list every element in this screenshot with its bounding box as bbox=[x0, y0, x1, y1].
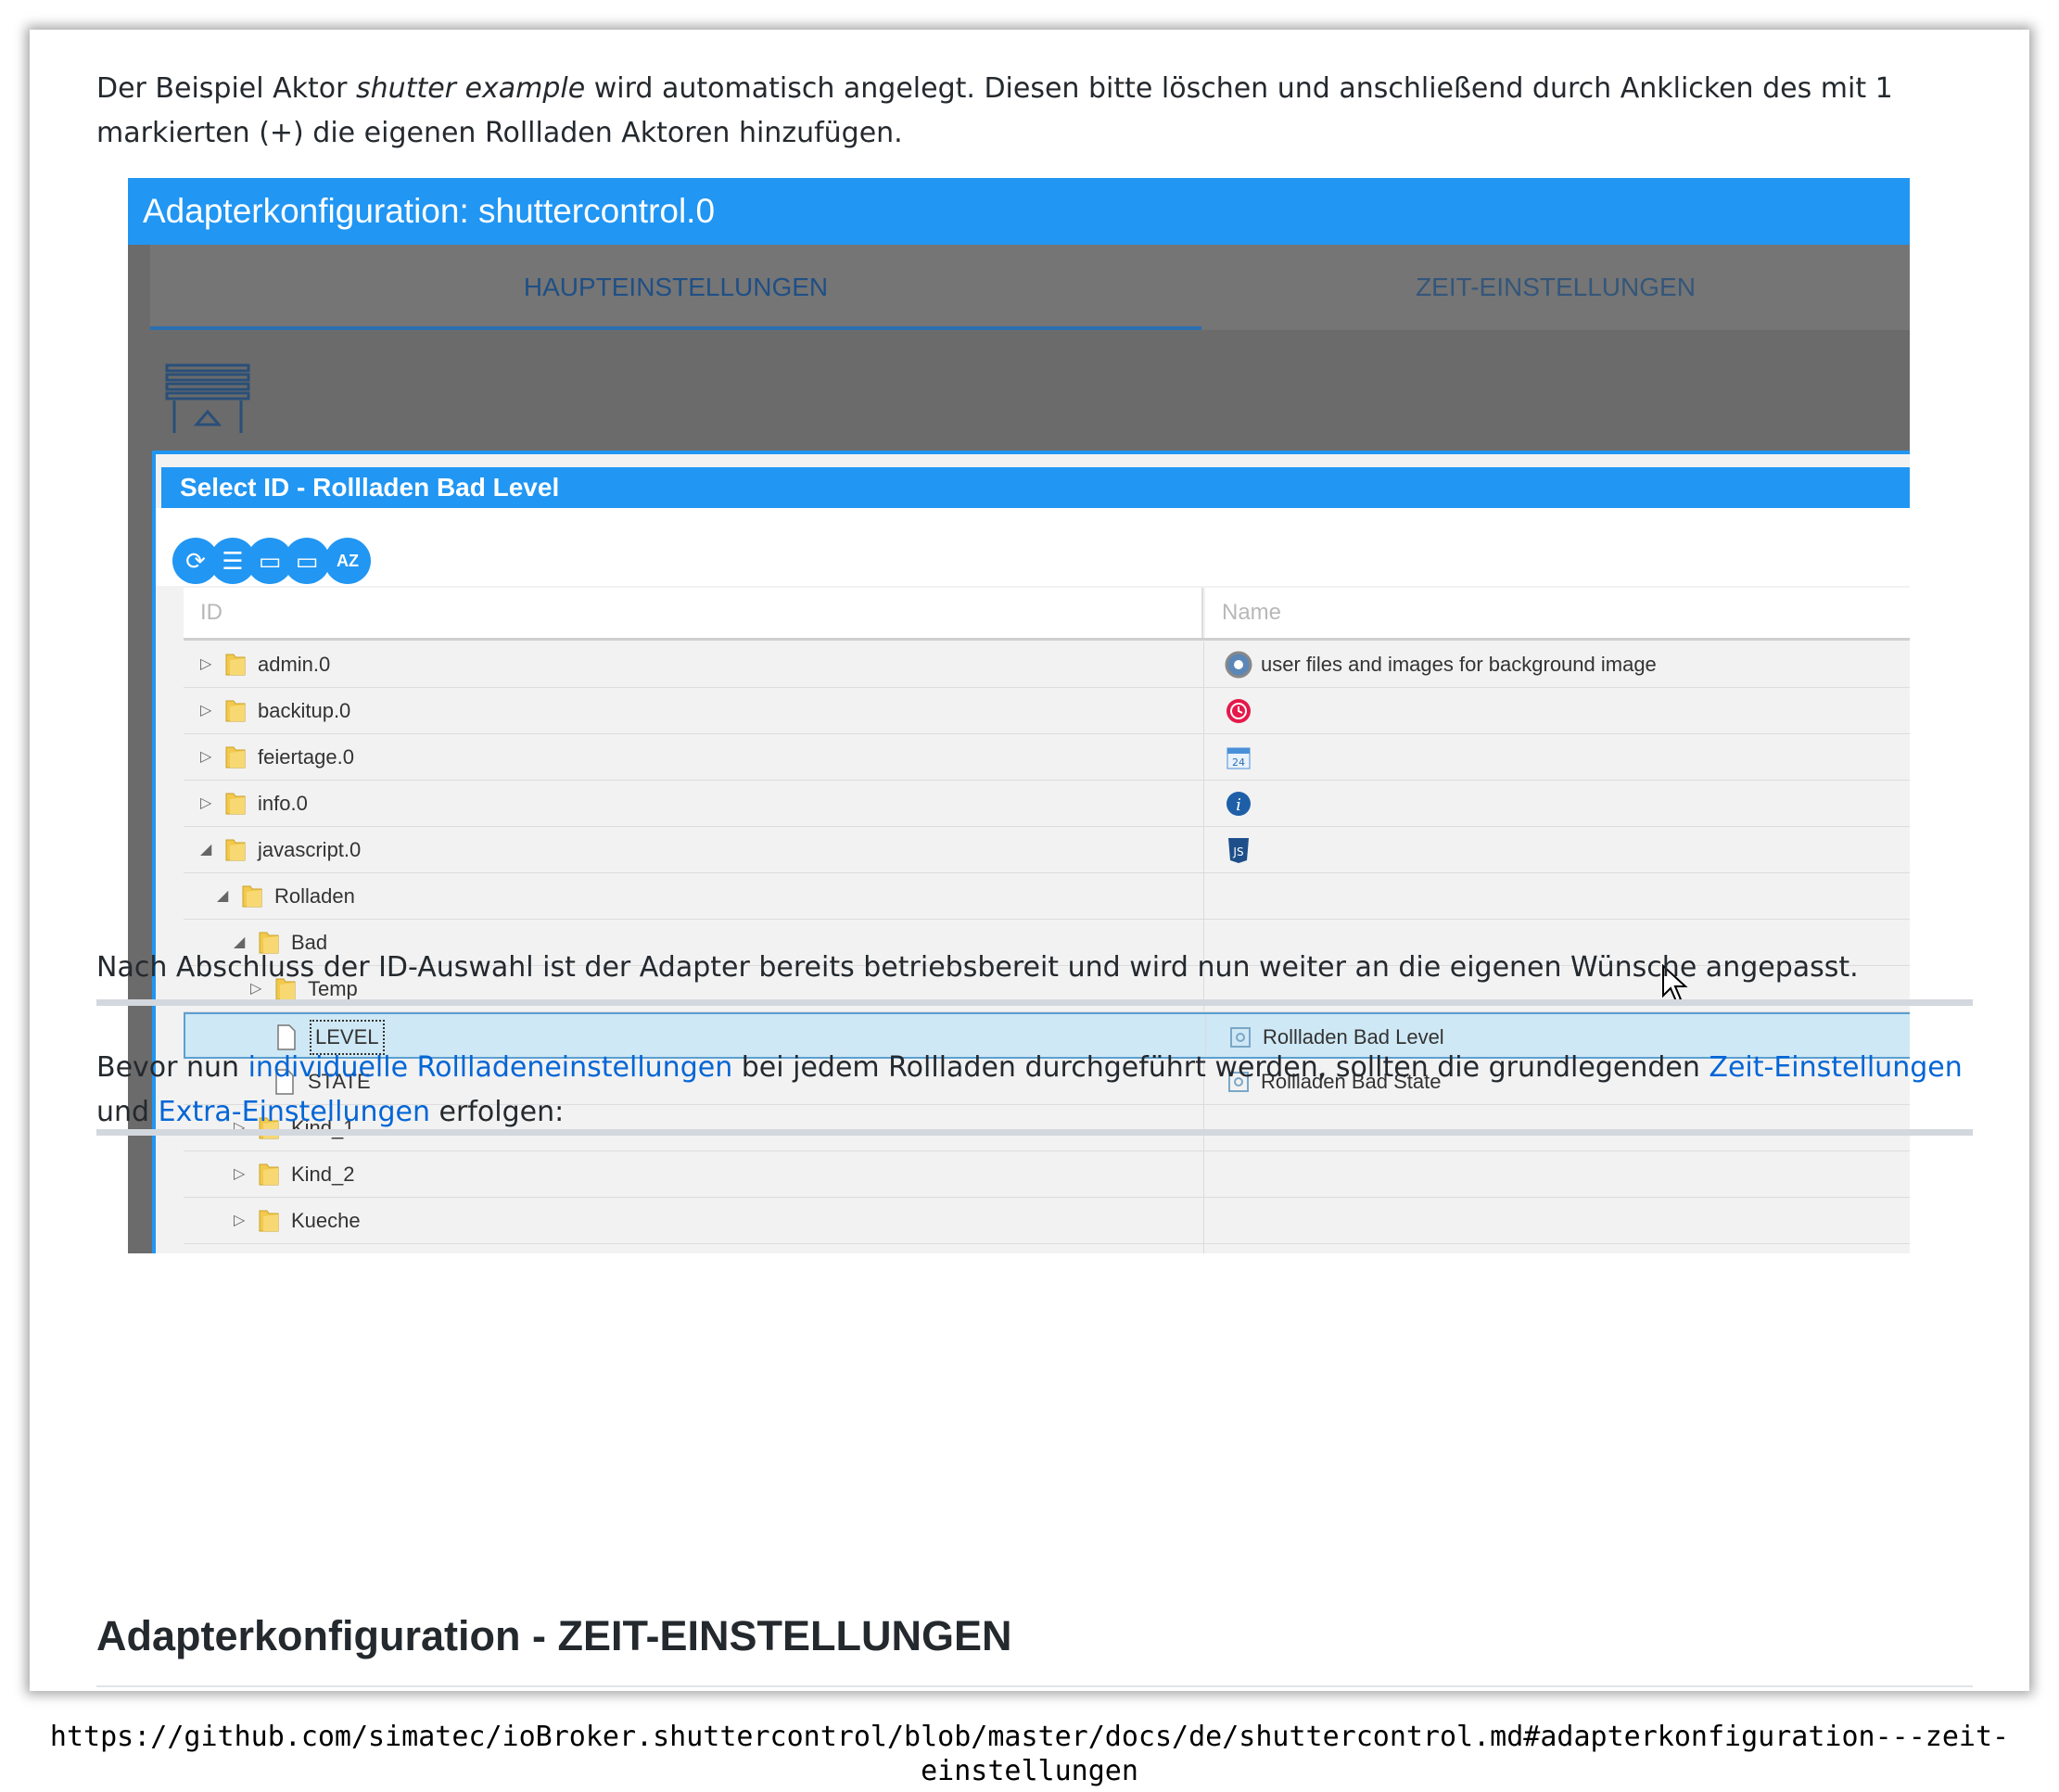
tree-row-schlafzimmer[interactable]: ▷Schlafzimmer bbox=[184, 1244, 1910, 1253]
folder-icon bbox=[259, 1163, 279, 1186]
tree-row-feiertage-0[interactable]: ▷ feiertage.0 24 bbox=[184, 734, 1910, 781]
expand-arrow-icon[interactable]: ▷ bbox=[234, 1211, 245, 1229]
expand-arrow-icon[interactable]: ▷ bbox=[200, 794, 211, 812]
text: und bbox=[96, 1096, 159, 1128]
tree-item-id: Rolladen bbox=[274, 884, 355, 908]
collapse-arrow-icon[interactable]: ◢ bbox=[217, 886, 228, 905]
tree-item-id: Kind_2 bbox=[291, 1163, 355, 1186]
expand-arrow-icon[interactable]: ▷ bbox=[200, 747, 211, 766]
adapter-config-title: Adapterkonfiguration: shuttercontrol.0 bbox=[128, 178, 1910, 245]
tab-haupteinstellungen[interactable]: HAUPTEINSTELLUNGEN bbox=[150, 245, 1201, 330]
divider bbox=[96, 1129, 1973, 1136]
expand-arrow-icon[interactable]: ▷ bbox=[200, 655, 211, 673]
intro-text: Der Beispiel Aktor bbox=[96, 72, 357, 105]
column-divider bbox=[1203, 873, 1204, 919]
link-extra-einstellungen[interactable]: Extra-Einstellungen bbox=[159, 1096, 430, 1128]
column-divider bbox=[1203, 642, 1204, 687]
column-divider bbox=[1203, 781, 1204, 826]
header-divider bbox=[184, 638, 1910, 641]
folder-icon bbox=[259, 1210, 279, 1232]
column-divider bbox=[1203, 734, 1204, 780]
folder-icon bbox=[225, 793, 246, 815]
svg-text:JS: JS bbox=[1232, 845, 1243, 858]
tree-item-id: admin.0 bbox=[258, 653, 331, 676]
tab-zeit-einstellungen[interactable]: ZEIT-EINSTELLUNGEN bbox=[1201, 245, 1910, 330]
tree-item-id: backitup.0 bbox=[258, 699, 351, 722]
link-individuelle-rollladeneinstellungen[interactable]: individuelle Rollladeneinstellungen bbox=[248, 1051, 733, 1084]
collapse-arrow-icon[interactable]: ◢ bbox=[200, 840, 211, 858]
column-divider bbox=[1203, 1198, 1204, 1243]
tree-row-rolladen[interactable]: ◢ Rolladen bbox=[184, 873, 1910, 920]
tab-bar: HAUPTEINSTELLUNGEN ZEIT-EINSTELLUNGEN bbox=[150, 245, 1910, 330]
tree-row-kind-2[interactable]: ▷ Kind_2 bbox=[184, 1151, 1910, 1198]
settings-paragraph: Bevor nun individuelle Rollladeneinstell… bbox=[96, 1046, 1978, 1135]
folder-icon bbox=[225, 700, 246, 722]
document-card: Der Beispiel Aktor shutter example wird … bbox=[30, 30, 2029, 1691]
tree-row-info-0[interactable]: ▷ info.0 i bbox=[184, 781, 1910, 827]
svg-text:i: i bbox=[1236, 795, 1241, 815]
folder-icon bbox=[242, 885, 262, 908]
column-divider bbox=[1203, 1151, 1204, 1197]
svg-text:24: 24 bbox=[1232, 756, 1245, 769]
heading-underline bbox=[96, 1685, 1973, 1687]
calendar-icon: 24 bbox=[1227, 747, 1251, 769]
tree-row-javascript-0[interactable]: ◢ javascript.0 JS bbox=[184, 827, 1910, 873]
javascript-icon: JS bbox=[1228, 838, 1249, 863]
tree-row-kueche[interactable]: ▷ Kueche bbox=[184, 1198, 1910, 1244]
tree-item-id: javascript.0 bbox=[258, 838, 362, 861]
tree-item-id: feiertage.0 bbox=[258, 745, 354, 769]
section-heading: Adapterkonfiguration - ZEIT-EINSTELLUNGE… bbox=[96, 1612, 1012, 1659]
text: bei jedem Rollladen durchgeführt werden,… bbox=[732, 1051, 1709, 1084]
folder-icon bbox=[225, 654, 246, 676]
dialog-title: Select ID - Rollladen Bad Level bbox=[161, 467, 1910, 508]
tree-item-name: user files and images for background ima… bbox=[1261, 653, 1657, 676]
dialog-toolbar-area bbox=[156, 508, 1910, 586]
text: erfolgen: bbox=[430, 1096, 565, 1128]
backitup-icon bbox=[1227, 699, 1251, 723]
column-divider bbox=[1203, 688, 1204, 733]
column-header-id[interactable]: ID bbox=[184, 588, 1203, 638]
admin-icon bbox=[1225, 651, 1252, 679]
intro-italic: shutter example bbox=[356, 72, 586, 105]
after-selection-paragraph: Nach Abschluss der ID-Auswahl ist der Ad… bbox=[96, 951, 1859, 984]
expand-arrow-icon[interactable]: ▷ bbox=[234, 1164, 245, 1183]
sort-az-icon[interactable]: AZ bbox=[324, 538, 371, 584]
tree-row-admin-0[interactable]: ▷ admin.0 user files and images for backgr… bbox=[184, 642, 1910, 688]
shutter-icon[interactable] bbox=[165, 363, 250, 433]
folder-open-icon[interactable]: ▭ bbox=[284, 538, 330, 584]
folder-icon bbox=[225, 746, 246, 769]
tree-item-id: Kueche bbox=[291, 1209, 361, 1232]
source-url: https://github.com/simatec/ioBroker.shut… bbox=[49, 1721, 2010, 1787]
tree-item-id: info.0 bbox=[258, 792, 308, 815]
column-divider bbox=[1203, 827, 1204, 872]
intro-paragraph: Der Beispiel Aktor shutter example wird … bbox=[96, 67, 1978, 156]
folder-icon bbox=[225, 839, 246, 861]
text: Bevor nun bbox=[96, 1051, 248, 1084]
link-zeit-einstellungen[interactable]: Zeit-Einstellungen bbox=[1709, 1051, 1962, 1084]
tree-row-backitup-0[interactable]: ▷ backitup.0 bbox=[184, 688, 1910, 734]
divider bbox=[96, 999, 1973, 1006]
info-icon: i bbox=[1227, 792, 1251, 816]
column-header-name[interactable]: Name bbox=[1205, 588, 1910, 638]
tree-item-id: Schlafzimmer bbox=[291, 1244, 414, 1253]
expand-arrow-icon[interactable]: ▷ bbox=[200, 701, 211, 719]
column-divider bbox=[1203, 1244, 1204, 1253]
